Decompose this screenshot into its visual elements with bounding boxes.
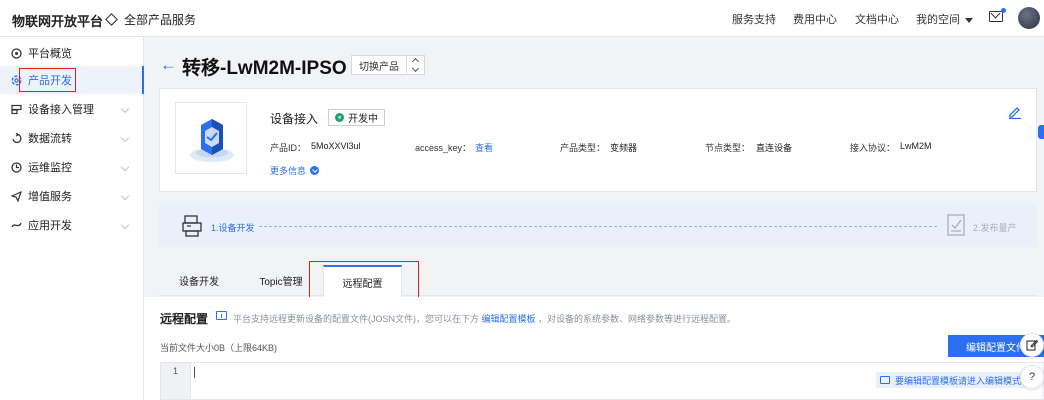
sidebar-item-device-access[interactable]: 设备接入管理 <box>0 95 144 123</box>
help-icon[interactable]: ? <box>1020 365 1044 389</box>
development-steps: 1.设备开发 2.发布量产 <box>159 203 1037 247</box>
step-release[interactable]: 2.发布量产 <box>973 221 1017 234</box>
sidebar-item-label: 设备接入管理 <box>28 104 94 116</box>
chevron-down-icon <box>120 191 130 201</box>
file-size-text: 当前文件大小0B（上限64KB) <box>160 343 278 353</box>
side-panel-tab[interactable] <box>1038 125 1044 139</box>
remote-config-panel: 远程配置 平台支持远程更新设备的配置文件(JOSN文件)，您可以在下方 编辑配置… <box>144 297 1044 400</box>
sidebar-item-value-added[interactable]: 增值服务 <box>0 182 144 210</box>
more-info-label: 更多信息 <box>270 166 307 176</box>
sidebar-item-overview[interactable]: 平台概览 <box>0 39 144 67</box>
tab-bar: 设备开发 Topic管理 远程配置 <box>159 265 1037 297</box>
section-description: 平台支持远程更新设备的配置文件(JOSN文件)，您可以在下方 编辑配置模板 ，对… <box>233 312 736 325</box>
flow-icon <box>11 132 22 144</box>
sidebar-item-ops-monitor[interactable]: 运维监控 <box>0 153 144 181</box>
nav-docs[interactable]: 文档中心 <box>855 11 899 27</box>
edit-pencil-icon[interactable] <box>1008 105 1022 122</box>
back-arrow-icon[interactable]: ← <box>160 55 177 75</box>
platform-logo[interactable]: 物联网开放平台 <box>12 11 103 30</box>
protocol-value: LwM2M <box>900 141 932 151</box>
status-dot-icon: ● <box>335 113 344 122</box>
sidebar-item-label: 平台概览 <box>28 48 72 60</box>
tab-device-dev[interactable]: 设备开发 <box>159 265 239 296</box>
edit-mode-hint[interactable]: 要编辑配置模板请进入编辑模式 <box>876 372 1026 388</box>
product-image <box>175 102 247 174</box>
diamond-icon <box>105 13 118 26</box>
edit-mode-hint-text: 要编辑配置模板请进入编辑模式 <box>895 375 1022 386</box>
device-icon <box>11 104 22 115</box>
top-bar: 物联网开放平台 全部产品服务 服务支持 费用中心 文档中心 我的空间 <box>0 0 1044 37</box>
chevron-down-icon <box>120 133 130 143</box>
sidebar-item-app-dev[interactable]: 应用开发 <box>0 211 144 239</box>
desc-text-after: ，对设备的系统参数、网络参数等进行远程配置。 <box>538 314 737 324</box>
release-icon <box>946 214 966 239</box>
nav-my-space[interactable]: 我的空间 <box>916 11 973 27</box>
device-dev-icon <box>182 215 202 240</box>
all-products-menu[interactable]: 全部产品服务 <box>105 11 197 28</box>
chevron-down-icon <box>120 104 130 114</box>
avatar[interactable] <box>1018 7 1040 29</box>
chevron-down-icon <box>120 220 130 230</box>
line-number: 1 <box>161 363 191 399</box>
info-icon <box>216 311 227 320</box>
status-badge: ● 开发中 <box>328 109 385 126</box>
nav-billing[interactable]: 费用中心 <box>793 11 837 27</box>
node-type-value: 直连设备 <box>756 143 793 153</box>
more-info-link[interactable]: 更多信息 <box>270 164 320 177</box>
step-connector-line <box>259 226 937 227</box>
status-text: 开发中 <box>348 114 378 125</box>
step-device-dev[interactable]: 1.设备开发 <box>211 221 255 234</box>
product-type-label: 产品类型： <box>560 143 606 153</box>
code-icon <box>11 220 22 231</box>
sidebar-item-data-flow[interactable]: 数据流转 <box>0 124 144 152</box>
chevron-down-circle-icon <box>310 166 320 175</box>
hint-icon <box>880 376 890 384</box>
sidebar-item-label: 数据流转 <box>28 133 72 145</box>
switch-arrows-icon[interactable] <box>406 55 425 75</box>
highlight-box-sidebar <box>19 68 76 92</box>
product-info-card: 设备接入 ● 开发中 产品ID： 5MoXXVl3ul access_key： … <box>159 88 1037 192</box>
send-icon <box>11 190 22 202</box>
text-cursor <box>194 367 195 378</box>
desc-text-before: 平台支持远程更新设备的配置文件(JOSN文件)，您可以在下方 <box>233 314 479 324</box>
circle-icon <box>11 47 22 59</box>
nav-my-space-label: 我的空间 <box>916 14 960 26</box>
edit-template-link[interactable]: 编辑配置模板 <box>482 314 536 324</box>
device-access-label: 设备接入 <box>270 112 319 126</box>
product-type-value: 变频器 <box>610 143 638 153</box>
chevron-down-icon <box>120 162 130 172</box>
product-id-value: 5MoXXVl3ul <box>311 141 361 151</box>
access-key-label: access_key： <box>415 143 472 153</box>
monitor-icon <box>11 161 22 173</box>
page-title: 转移-LwM2M-IPSO <box>182 58 347 79</box>
notification-dot <box>1001 8 1006 13</box>
sidebar-item-label: 应用开发 <box>28 220 72 232</box>
product-id-label: 产品ID： <box>270 143 307 153</box>
sidebar-item-label: 运维监控 <box>28 162 72 174</box>
nav-support[interactable]: 服务支持 <box>732 11 776 27</box>
section-title: 远程配置 <box>160 312 209 326</box>
caret-down-icon <box>965 17 973 23</box>
access-key-view-link[interactable]: 查看 <box>475 141 493 154</box>
all-products-label: 全部产品服务 <box>124 13 197 27</box>
node-type-label: 节点类型： <box>705 143 751 153</box>
sidebar-item-label: 增值服务 <box>28 191 72 203</box>
protocol-label: 接入协议： <box>850 143 896 153</box>
feedback-edit-button[interactable] <box>1020 333 1044 357</box>
switch-product-button[interactable]: 切换产品 <box>351 55 407 75</box>
mail-icon[interactable] <box>989 11 1003 22</box>
